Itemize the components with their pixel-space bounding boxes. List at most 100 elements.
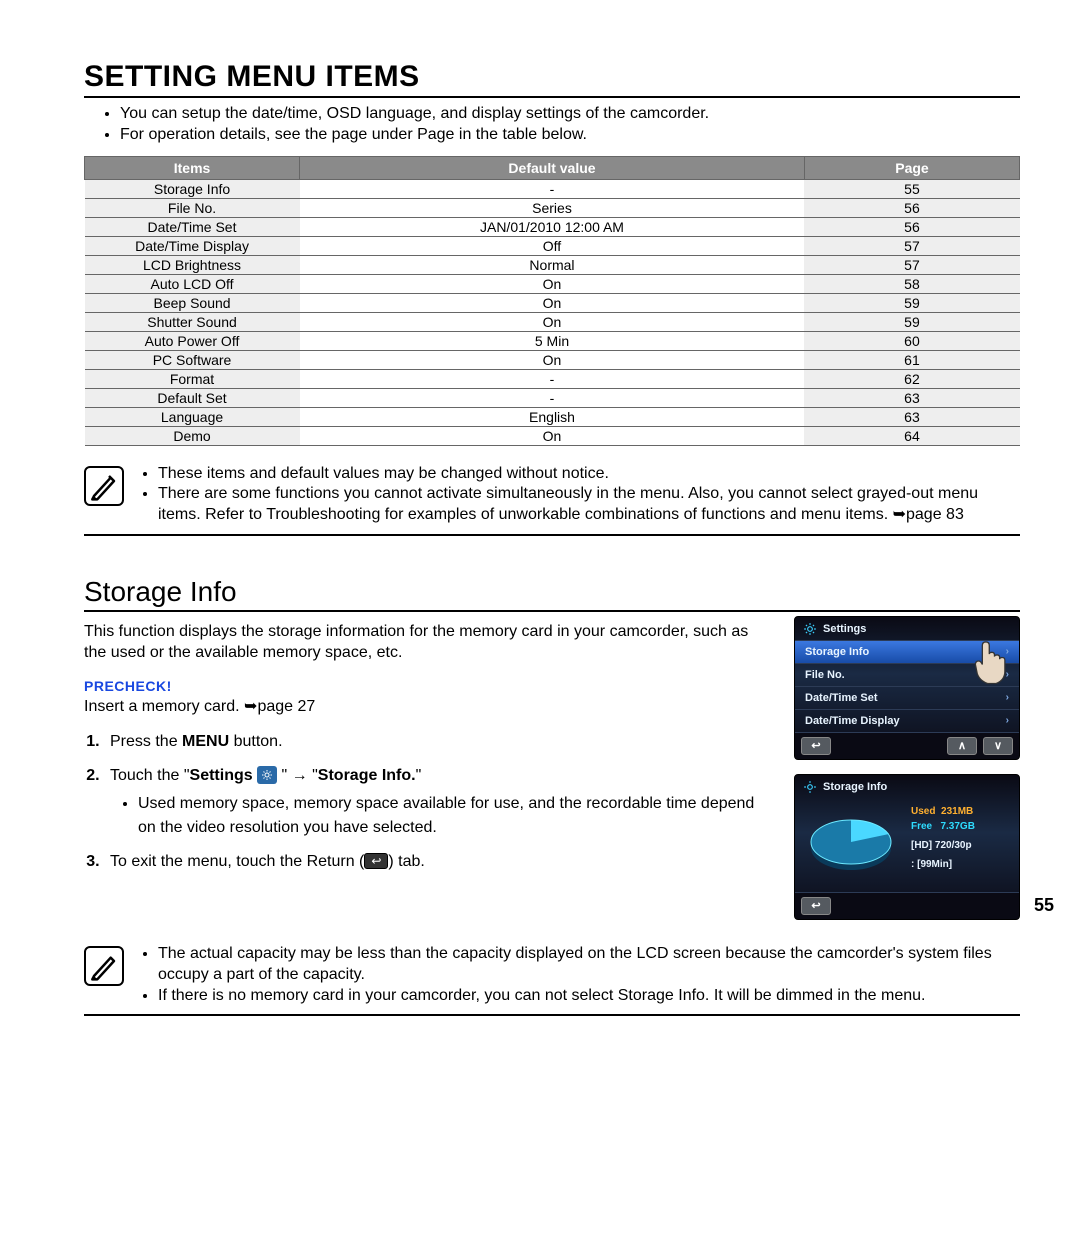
cell-item: Demo [85,426,300,445]
return-button[interactable]: ↩ [801,897,831,915]
cell-page: 57 [804,255,1019,274]
note-icon [84,946,124,986]
chevron-right-icon: › [1006,669,1009,680]
settings-gear-icon [257,766,277,784]
table-row: Auto Power Off5 Min60 [85,331,1020,350]
intro-bullet: You can setup the date/time, OSD languag… [120,104,1020,125]
return-icon: ↩ [364,853,388,869]
page-number: 55 [1034,895,1054,916]
note-block: These items and default values may be ch… [84,464,1020,536]
cell-item: Default Set [85,388,300,407]
table-row: PC SoftwareOn61 [85,350,1020,369]
lcd-menu-item[interactable]: Storage Info› [795,640,1019,663]
return-button[interactable]: ↩ [801,737,831,755]
intro-bullet: For operation details, see the page unde… [120,125,1020,146]
table-row: Storage Info-55 [85,179,1020,198]
step-2-sub: Used memory space, memory space availabl… [138,792,772,840]
table-row: DemoOn64 [85,426,1020,445]
table-row: Date/Time SetJAN/01/2010 12:00 AM56 [85,217,1020,236]
note-bullet: There are some functions you cannot acti… [158,484,1020,526]
cell-default: - [300,369,805,388]
cell-default: On [300,312,805,331]
cell-item: Shutter Sound [85,312,300,331]
cell-page: 63 [804,388,1019,407]
cell-page: 61 [804,350,1019,369]
th-default: Default value [300,156,805,179]
cell-default: On [300,426,805,445]
lcd-menu-item[interactable]: File No.› [795,663,1019,686]
cell-default: 5 Min [300,331,805,350]
storage-pie-chart [803,804,903,884]
cell-default: Series [300,198,805,217]
cell-default: Off [300,236,805,255]
cell-page: 57 [804,236,1019,255]
lcd-title: Storage Info [823,781,887,793]
cell-item: Format [85,369,300,388]
lcd-menu-item[interactable]: Date/Time Display› [795,709,1019,732]
note-bullet: The actual capacity may be less than the… [158,944,1020,986]
cell-item: Date/Time Set [85,217,300,236]
cell-default: - [300,179,805,198]
step-2: Touch the "Settings " → "Storage Info." … [104,764,772,840]
lcd-screenshot-settings: Settings Storage Info› File No.› Date/Ti… [794,616,1020,760]
cell-page: 56 [804,198,1019,217]
table-row: Auto LCD OffOn58 [85,274,1020,293]
lcd-title: Settings [823,623,866,635]
table-row: LanguageEnglish63 [85,407,1020,426]
note-bullet: If there is no memory card in your camco… [158,986,1020,1007]
precheck-text: Insert a memory card. ➥page 27 [84,696,772,716]
cell-page: 63 [804,407,1019,426]
table-row: File No.Series56 [85,198,1020,217]
cell-page: 62 [804,369,1019,388]
precheck-label: PRECHECK! [84,678,772,694]
cell-default: On [300,274,805,293]
gear-icon [803,780,817,794]
lcd-menu-item[interactable]: Date/Time Set› [795,686,1019,709]
table-row: LCD BrightnessNormal57 [85,255,1020,274]
note-block: The actual capacity may be less than the… [84,944,1020,1016]
table-row: Format-62 [85,369,1020,388]
cell-page: 60 [804,331,1019,350]
cell-item: PC Software [85,350,300,369]
subsection-title: Storage Info [84,576,1020,612]
cell-item: Auto LCD Off [85,274,300,293]
cell-item: Language [85,407,300,426]
chevron-right-icon: › [1006,715,1009,726]
step-1: Press the MENU button. [104,730,772,754]
note-icon [84,466,124,506]
cell-page: 59 [804,312,1019,331]
chevron-right-icon: › [1006,692,1009,703]
cell-page: 64 [804,426,1019,445]
cell-item: File No. [85,198,300,217]
cell-item: Date/Time Display [85,236,300,255]
intro-list: You can setup the date/time, OSD languag… [84,104,1020,146]
cell-page: 58 [804,274,1019,293]
scroll-down-button[interactable]: ∨ [983,737,1013,755]
section-title: SETTING MENU ITEMS [84,60,1020,98]
cell-default: On [300,350,805,369]
cell-item: Beep Sound [85,293,300,312]
cell-item: Storage Info [85,179,300,198]
th-page: Page [804,156,1019,179]
cell-item: LCD Brightness [85,255,300,274]
table-row: Shutter SoundOn59 [85,312,1020,331]
chevron-right-icon: › [1006,646,1009,657]
gear-icon [803,622,817,636]
cell-default: English [300,407,805,426]
table-row: Default Set-63 [85,388,1020,407]
cell-default: On [300,293,805,312]
cell-page: 55 [804,179,1019,198]
table-row: Date/Time DisplayOff57 [85,236,1020,255]
note-bullet: These items and default values may be ch… [158,464,1020,485]
cell-page: 56 [804,217,1019,236]
storage-description: This function displays the storage infor… [84,622,772,664]
cell-item: Auto Power Off [85,331,300,350]
step-3: To exit the menu, touch the Return (↩) t… [104,850,772,874]
steps-list: Press the MENU button. Touch the "Settin… [84,730,772,874]
settings-table: Items Default value Page Storage Info-55… [84,156,1020,446]
scroll-up-button[interactable]: ∧ [947,737,977,755]
table-row: Beep SoundOn59 [85,293,1020,312]
storage-stats: Used 231MB Free 7.37GB [HD] 720/30p : [9… [911,804,975,884]
cell-default: Normal [300,255,805,274]
lcd-screenshot-storage-info: Storage Info Used 231MB Free 7.37GB [794,774,1020,920]
